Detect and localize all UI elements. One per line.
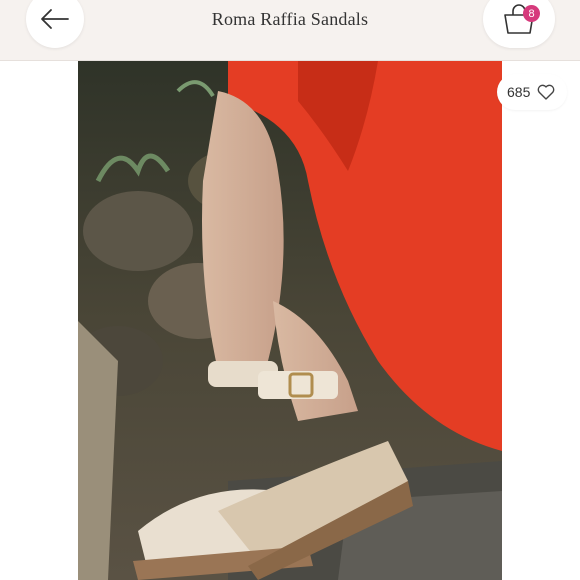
cart-button[interactable]: [483, 0, 555, 48]
top-bar: Roma Raffia Sandals 8: [0, 0, 580, 61]
like-button[interactable]: 685: [497, 74, 567, 110]
page-title: Roma Raffia Sandals: [211, 9, 369, 29]
arrow-left-icon: [41, 9, 69, 29]
cart-count-badge: 8: [523, 5, 540, 22]
product-photo[interactable]: [78, 61, 502, 580]
like-count: 685: [507, 84, 531, 100]
heart-outline-icon: [537, 84, 555, 100]
back-button[interactable]: [26, 0, 84, 48]
